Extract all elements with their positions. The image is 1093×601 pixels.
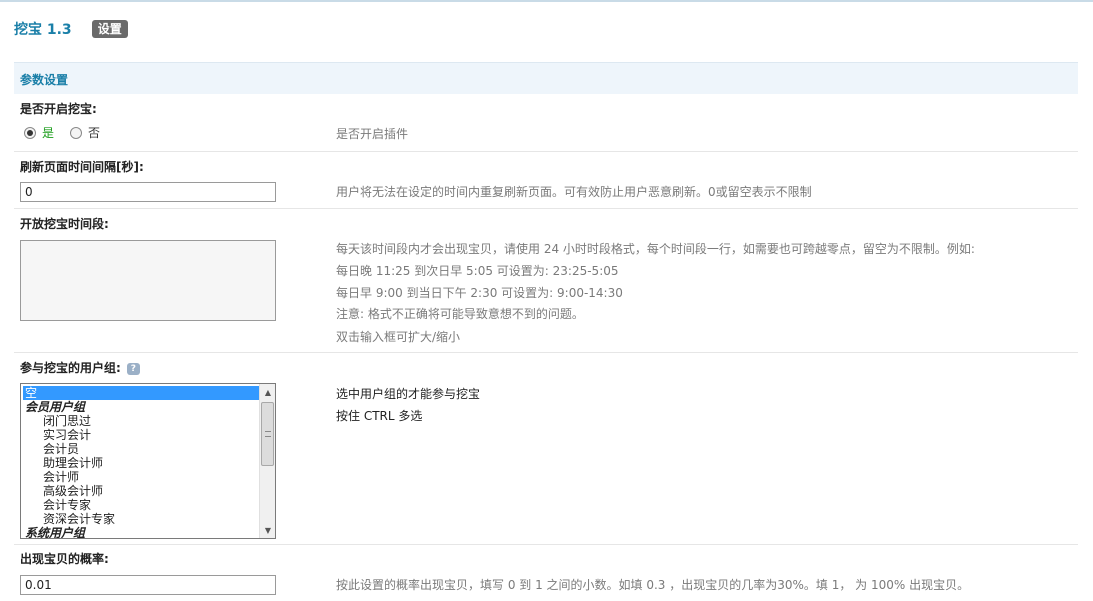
divider — [14, 208, 1078, 209]
listbox-option[interactable]: 实习会计 — [23, 428, 259, 442]
enable-hint: 是否开启插件 — [336, 127, 409, 141]
refresh-label: 刷新页面时间间隔[秒]: — [20, 160, 144, 174]
enable-label: 是否开启挖宝: — [20, 102, 97, 116]
enable-no-label[interactable]: 否 — [88, 124, 100, 141]
scroll-up-arrow-icon[interactable]: ▲ — [260, 384, 275, 400]
listbox-option[interactable]: 资深会计专家 — [23, 512, 259, 526]
groups-label: 参与挖宝的用户组: — [20, 361, 121, 375]
radio-dot-icon — [27, 129, 33, 136]
listbox-scrollbar[interactable]: ▲ ▼ — [259, 384, 275, 538]
listbox-group-header: 会员用户组 — [25, 400, 86, 414]
listbox-option[interactable]: 会计师 — [23, 470, 259, 484]
refresh-hint: 用户将无法在设定的时间内重复刷新页面。可有效防止用户恶意刷新。0或留空表示不限制 — [336, 185, 812, 199]
enable-yes-radio[interactable] — [24, 126, 36, 139]
top-border — [0, 0, 1093, 2]
listbox-option[interactable]: 空 — [23, 386, 259, 400]
probability-label: 出现宝贝的概率: — [20, 552, 109, 566]
groups-hint-line: 按住 CTRL 多选 — [336, 409, 423, 423]
refresh-interval-input[interactable] — [20, 182, 276, 202]
period-label: 开放挖宝时间段: — [20, 217, 109, 231]
listbox-option[interactable]: 会计员 — [23, 442, 259, 456]
section-title: 参数设置 — [20, 73, 69, 87]
divider — [14, 352, 1078, 353]
groups-label-wrap: 参与挖宝的用户组:? — [20, 359, 140, 376]
scroll-thumb[interactable] — [261, 402, 274, 466]
help-icon[interactable]: ? — [126, 362, 140, 375]
page-title: 挖宝 1.3 — [14, 22, 72, 38]
page-header: 挖宝 1.3 设置 — [14, 17, 128, 41]
period-hint-line: 双击输入框可扩大/缩小 — [336, 330, 461, 344]
grip-icon — [265, 431, 271, 437]
period-hint-line: 注意: 格式不正确将可能导致意想不到的问题。 — [336, 307, 584, 321]
scroll-down-arrow-icon[interactable]: ▼ — [260, 522, 275, 538]
period-hint-line: 每天该时间段内才会出现宝贝，请使用 24 小时时段格式，每个时间段一行，如需要也… — [336, 242, 975, 256]
probability-input[interactable] — [20, 575, 276, 595]
enable-yes-label[interactable]: 是 — [42, 124, 54, 141]
listbox-group-header: 系统用户组 — [25, 526, 86, 539]
divider — [14, 544, 1078, 545]
user-group-listbox[interactable]: 空会员用户组 闭门思过 实习会计 会计员 助理会计师 会计师 高级会计师 会计专家 资深会计专家… — [20, 383, 276, 539]
groups-hint-line: 选中用户组的才能参与挖宝 — [336, 387, 481, 401]
period-hint-line: 每日晚 11:25 到次日早 5:05 可设置为: 23:25-5:05 — [336, 264, 619, 278]
listbox-option[interactable]: 会计专家 — [23, 498, 259, 512]
listbox-option[interactable]: 闭门思过 — [23, 414, 259, 428]
listbox-option[interactable]: 助理会计师 — [23, 456, 259, 470]
listbox-options: 空会员用户组 闭门思过 实习会计 会计员 助理会计师 会计师 高级会计师 会计专家 资深会计专家… — [23, 386, 259, 539]
period-textarea[interactable] — [20, 240, 276, 321]
enable-no-radio[interactable] — [70, 126, 83, 139]
divider — [14, 151, 1078, 152]
settings-tab[interactable]: 设置 — [91, 20, 128, 38]
section-header: 参数设置 — [14, 62, 1078, 94]
period-hint-line: 每日早 9:00 到当日下午 2:30 可设置为: 9:00-14:30 — [336, 286, 623, 300]
enable-radio-group: 是 否 — [24, 124, 100, 141]
probability-hint: 按此设置的概率出现宝贝，填写 0 到 1 之间的小数。如填 0.3 ，出现宝贝的… — [336, 578, 970, 592]
listbox-option[interactable]: 高级会计师 — [23, 484, 259, 498]
